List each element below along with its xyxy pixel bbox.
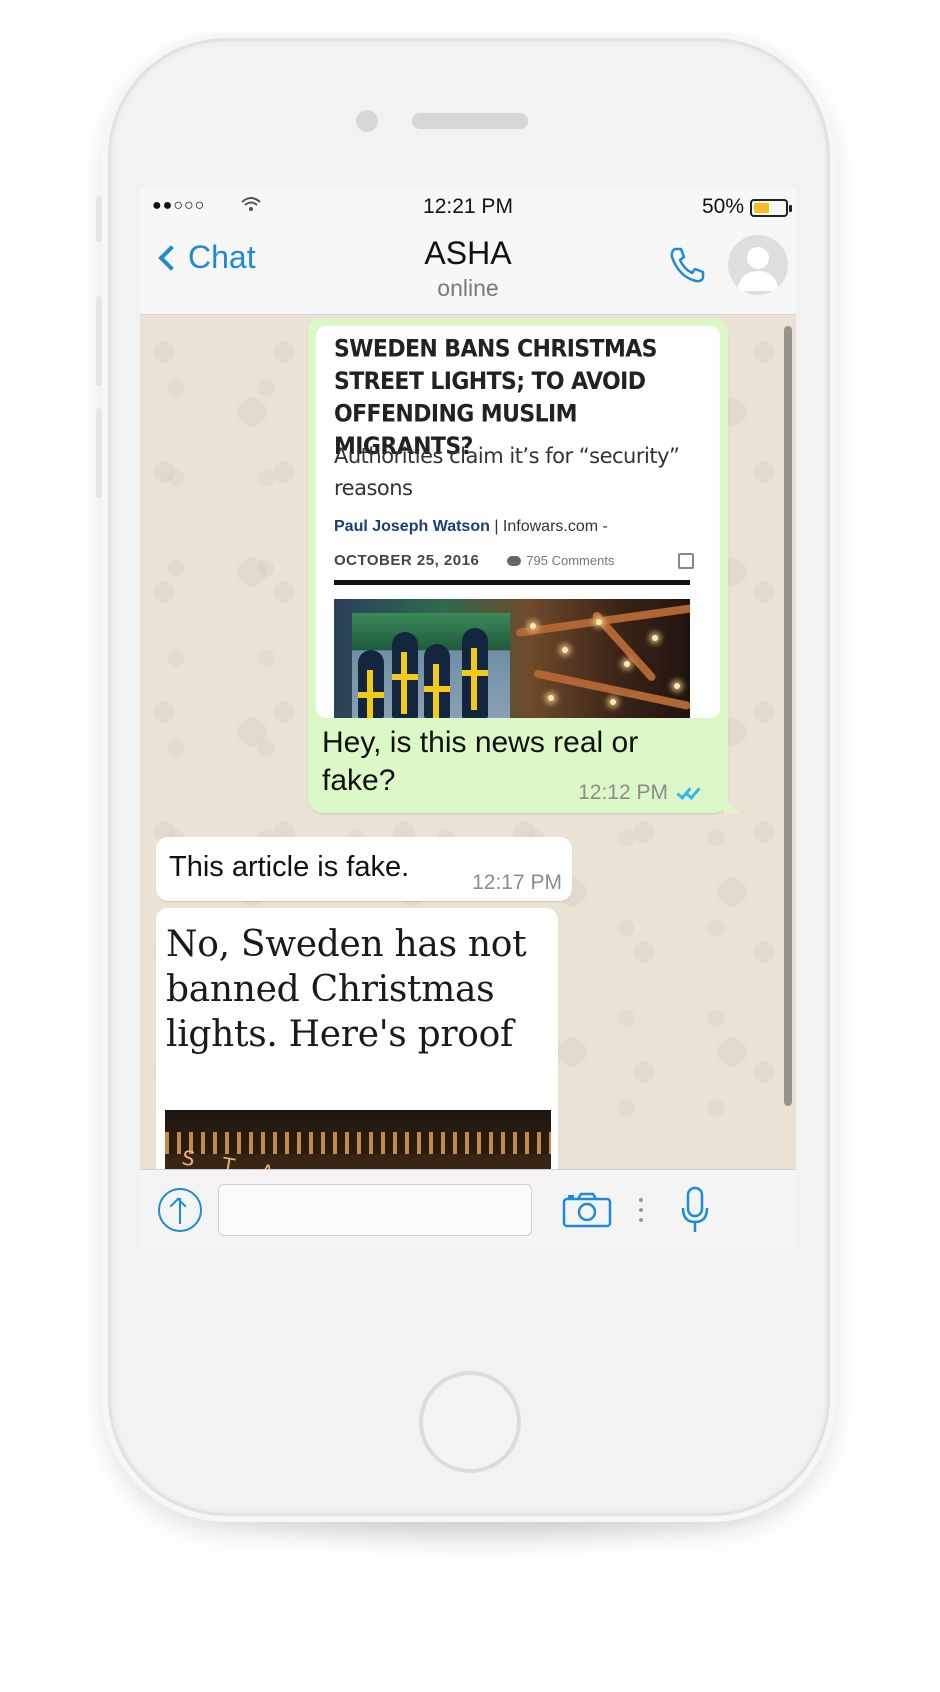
article-author: Paul Joseph Watson: [334, 518, 490, 535]
article-byline: Paul Joseph Watson | Infowars.com -: [334, 518, 608, 536]
article-comments: 795 Comments: [507, 553, 614, 568]
scrollbar[interactable]: [784, 326, 792, 1106]
front-camera: [356, 110, 378, 132]
volume-up-button: [96, 296, 102, 386]
article-image-inset: [352, 613, 510, 718]
article-meta-row: OCTOBER 25, 2016 795 Comments: [334, 552, 694, 569]
upload-icon[interactable]: [158, 1188, 202, 1232]
battery-icon: [750, 199, 792, 217]
avatar-icon: [737, 247, 779, 291]
message-meta: 12:12 PM: [578, 781, 702, 805]
article-preview[interactable]: Sweden Bans Christmas Street Lights; To …: [316, 326, 720, 718]
message-time: 12:17 PM: [472, 871, 562, 894]
chat-header: Chat ASHA online: [140, 225, 796, 315]
more-icon[interactable]: [638, 1196, 644, 1224]
earpiece-speaker: [412, 113, 528, 129]
screen-bottom: [140, 1249, 796, 1348]
status-bar: ●●○○○ 12:21 PM 50%: [140, 189, 796, 225]
chat-history[interactable]: Sweden Bans Christmas Street Lights; To …: [140, 316, 796, 1269]
mute-switch: [96, 196, 102, 242]
incoming-message[interactable]: This article is fake. 12:17 PM: [156, 837, 572, 901]
composer-bar: [140, 1169, 796, 1249]
camera-icon[interactable]: [562, 1192, 612, 1228]
microphone-icon[interactable]: [680, 1186, 710, 1234]
print-icon: [678, 552, 694, 569]
status-time: 12:21 PM: [423, 195, 513, 218]
volume-down-button: [96, 408, 102, 498]
outgoing-message[interactable]: Sweden Bans Christmas Street Lights; To …: [308, 318, 740, 813]
home-button[interactable]: [419, 1371, 521, 1473]
double-check-icon: [676, 784, 702, 801]
screen: ●●○○○ 12:21 PM 50% Chat ASHA online SWED…: [140, 189, 796, 1348]
battery-percent: 50%: [701, 195, 744, 218]
avatar[interactable]: [728, 235, 788, 295]
article-divider: [334, 580, 690, 585]
phone-icon[interactable]: [665, 243, 709, 287]
article-source: | Infowars.com -: [494, 518, 608, 535]
battery-fill: [754, 203, 769, 213]
message-text: This article is fake.: [169, 851, 410, 883]
article-image: [334, 599, 690, 718]
article-date: OCTOBER 25, 2016: [334, 552, 480, 569]
article-subheadline: Authorities claim it’s for “security” re…: [334, 444, 680, 500]
comment-count: 795 Comments: [526, 553, 615, 568]
message-input[interactable]: [218, 1184, 532, 1236]
comment-icon: [507, 555, 522, 566]
message-time: 12:12 PM: [578, 781, 668, 804]
link-headline: No, Sweden has not banned Christmas ligh…: [166, 924, 527, 1055]
